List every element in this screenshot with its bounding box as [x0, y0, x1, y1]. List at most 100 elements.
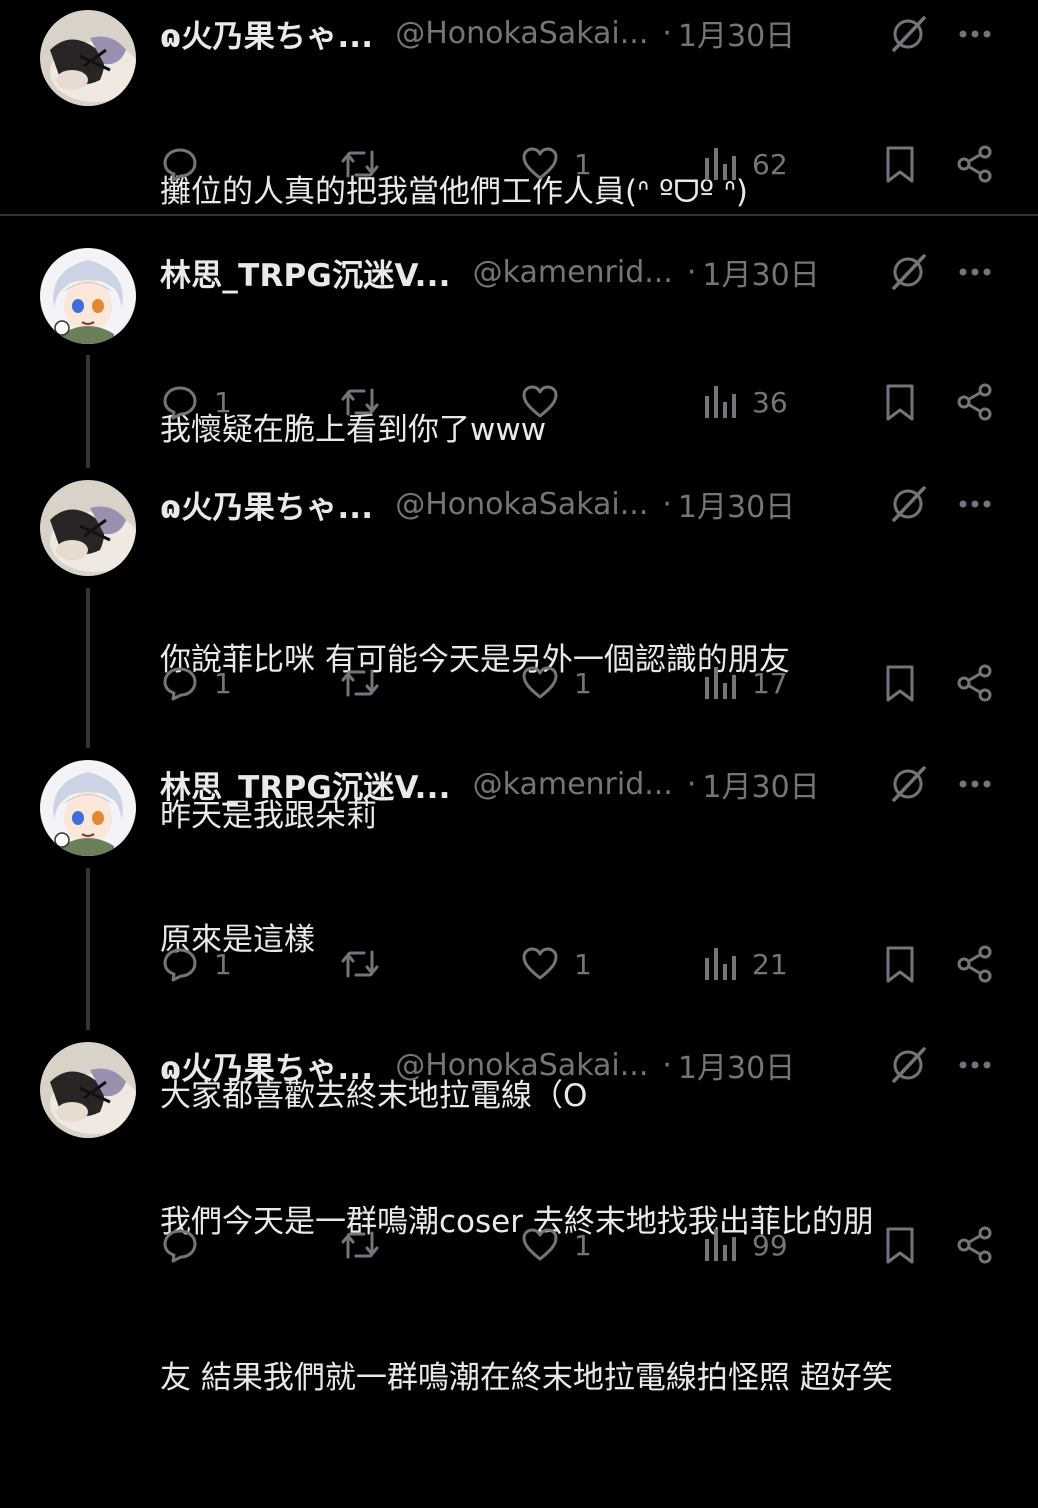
- like-button[interactable]: 1: [520, 661, 592, 705]
- post-date[interactable]: 1月30日: [702, 250, 819, 294]
- bookmark-icon: [886, 1227, 914, 1264]
- repost-icon: [341, 388, 379, 416]
- separator-dot: ·: [662, 486, 672, 522]
- reply-icon: [163, 1229, 197, 1263]
- user-handle[interactable]: @kamenrid...: [473, 255, 673, 290]
- share-icon: [957, 664, 992, 702]
- post-text: 我們今天是一群鳴潮coser 去終末地找我出菲比的朋 友 結果我們就一群鳴潮在終…: [160, 1092, 1020, 1508]
- repost-button[interactable]: [338, 380, 382, 424]
- bookmark-icon: [886, 665, 914, 702]
- separator-dot: ·: [662, 15, 672, 51]
- action-bar: 1 1 21: [0, 942, 1038, 986]
- views-button[interactable]: 21: [702, 942, 788, 986]
- reply-button[interactable]: 1: [160, 380, 232, 424]
- views-button[interactable]: 17: [702, 661, 788, 705]
- share-button[interactable]: [955, 1223, 995, 1267]
- grok-icon[interactable]: [888, 1045, 928, 1085]
- user-handle[interactable]: @HonokaSakai...: [395, 16, 648, 51]
- bookmark-button[interactable]: [880, 942, 920, 986]
- reply-button[interactable]: [160, 1223, 214, 1267]
- display-name[interactable]: ɷ火乃果ちゃ...: [160, 482, 373, 527]
- bookmark-button[interactable]: [880, 661, 920, 705]
- bookmark-button[interactable]: [880, 1223, 920, 1267]
- share-button[interactable]: [955, 661, 995, 705]
- like-button[interactable]: 1: [520, 942, 592, 986]
- post-date[interactable]: 1月30日: [678, 11, 795, 55]
- like-button[interactable]: 1: [520, 142, 592, 186]
- share-icon: [957, 145, 992, 183]
- like-count: 1: [574, 666, 592, 700]
- user-handle[interactable]: @HonokaSakai...: [395, 1048, 648, 1083]
- post-text-line: 友 結果我們就一群鳴潮在終末地拉電線拍怪照 超好笑: [160, 1360, 893, 1396]
- avatar[interactable]: [40, 760, 136, 856]
- like-count: 1: [574, 947, 592, 981]
- like-button[interactable]: [520, 380, 574, 424]
- views-button[interactable]: 99: [702, 1223, 788, 1267]
- like-count: 1: [574, 147, 592, 181]
- separator-dot: ·: [686, 254, 697, 290]
- bookmark-icon: [886, 146, 914, 183]
- post-date[interactable]: 1月30日: [678, 1043, 795, 1087]
- views-button[interactable]: 36: [702, 380, 788, 424]
- heart-icon: [522, 947, 558, 980]
- grok-icon[interactable]: [888, 484, 928, 524]
- grok-icon[interactable]: [888, 14, 928, 54]
- separator-dot: ·: [662, 1047, 672, 1083]
- grok-icon[interactable]: [888, 764, 928, 804]
- views-icon: [705, 667, 736, 699]
- share-button[interactable]: [955, 380, 995, 424]
- views-icon: [705, 1229, 736, 1261]
- avatar[interactable]: [40, 10, 136, 106]
- reply-icon: [163, 148, 197, 182]
- display-name[interactable]: 林思_TRPG沉迷V...: [160, 762, 451, 807]
- views-icon: [705, 148, 736, 180]
- share-button[interactable]: [955, 942, 995, 986]
- post-date[interactable]: 1月30日: [702, 762, 819, 806]
- bookmark-button[interactable]: [880, 380, 920, 424]
- repost-button[interactable]: [338, 661, 382, 705]
- action-bar: 1 62: [0, 142, 1038, 186]
- view-count: 17: [752, 666, 788, 700]
- post-date[interactable]: 1月30日: [678, 482, 795, 526]
- avatar[interactable]: [40, 480, 136, 576]
- repost-icon: [341, 1231, 379, 1259]
- more-options-icon[interactable]: [955, 14, 995, 54]
- more-options-icon[interactable]: [955, 252, 995, 292]
- reply-button[interactable]: [160, 142, 214, 186]
- display-name[interactable]: 林思_TRPG沉迷V...: [160, 250, 451, 295]
- display-name[interactable]: ɷ火乃果ちゃ...: [160, 1043, 373, 1088]
- share-button[interactable]: [955, 142, 995, 186]
- more-options-icon[interactable]: [955, 484, 995, 524]
- user-handle[interactable]: @HonokaSakai...: [395, 487, 648, 522]
- more-options-icon[interactable]: [955, 764, 995, 804]
- action-bar: 1 99: [0, 1223, 1038, 1267]
- reply-button[interactable]: 1: [160, 942, 232, 986]
- bookmark-button[interactable]: [880, 142, 920, 186]
- share-icon: [957, 1226, 992, 1264]
- share-icon: [957, 945, 992, 983]
- more-options-icon[interactable]: [955, 1045, 995, 1085]
- reply-count: 1: [214, 385, 232, 419]
- avatar[interactable]: [40, 248, 136, 344]
- heart-icon: [522, 385, 558, 418]
- like-button[interactable]: 1: [520, 1223, 592, 1267]
- reply-button[interactable]: 1: [160, 661, 232, 705]
- views-button[interactable]: 62: [702, 142, 788, 186]
- repost-button[interactable]: [338, 1223, 382, 1267]
- reply-icon: [163, 948, 197, 982]
- reply-count: 1: [214, 947, 232, 981]
- repost-icon: [341, 150, 379, 178]
- avatar[interactable]: [40, 1042, 136, 1138]
- separator-dot: ·: [686, 766, 697, 802]
- view-count: 99: [752, 1228, 788, 1262]
- heart-icon: [522, 147, 558, 180]
- grok-icon[interactable]: [888, 252, 928, 292]
- reply-count: 1: [214, 666, 232, 700]
- repost-button[interactable]: [338, 142, 382, 186]
- repost-button[interactable]: [338, 942, 382, 986]
- display-name[interactable]: ɷ火乃果ちゃ...: [160, 11, 373, 56]
- action-bar: 1 36: [0, 380, 1038, 424]
- views-icon: [705, 386, 736, 418]
- user-handle[interactable]: @kamenrid...: [473, 767, 673, 802]
- repost-icon: [341, 669, 379, 697]
